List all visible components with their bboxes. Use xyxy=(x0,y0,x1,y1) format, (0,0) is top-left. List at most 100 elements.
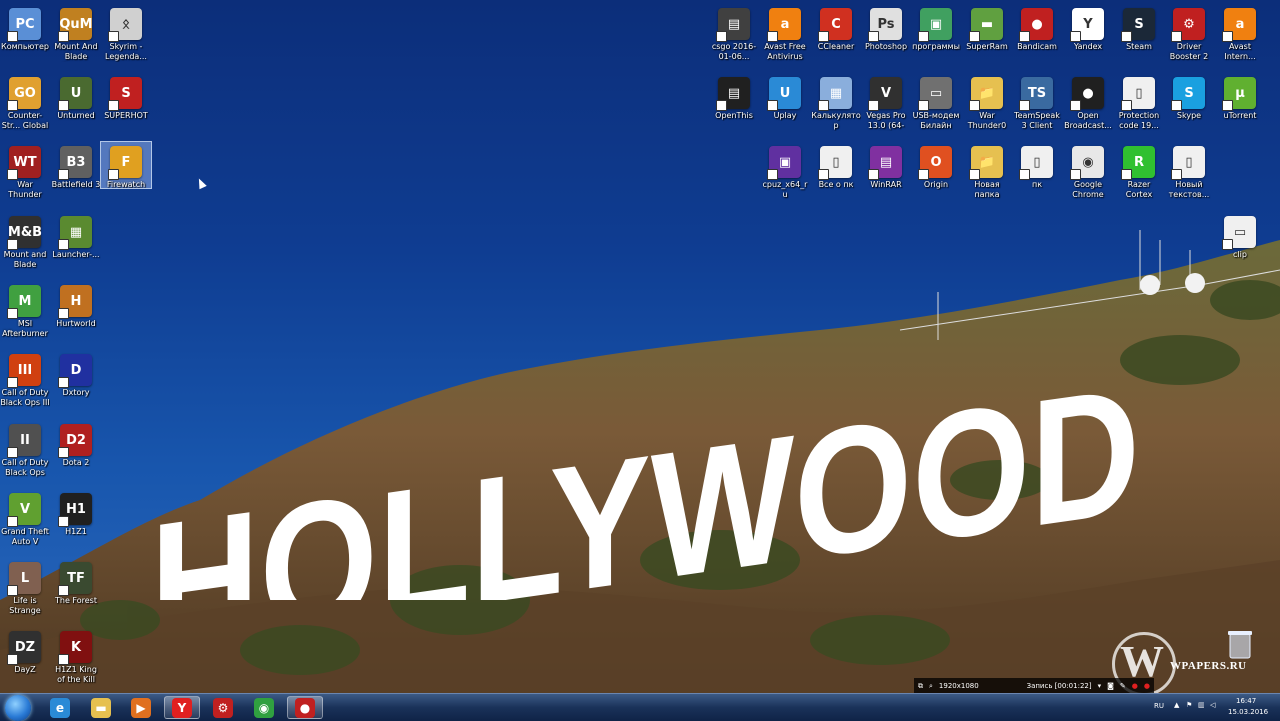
clock-time[interactable]: 16:47 xyxy=(1236,697,1256,705)
language-indicator[interactable]: RU xyxy=(1154,702,1164,710)
unturned-icon: U xyxy=(58,77,92,111)
desktop-shortcut-csgo-2016-01-06[interactable]: ▤ csgo 2016-01-06... xyxy=(709,4,759,62)
desktop-shortcut-новый-текстов[interactable]: ▯ Новый текстов... xyxy=(1164,142,1214,200)
volume-icon[interactable]: ◁ xyxy=(1210,701,1215,709)
desktop-shortcut-superhot[interactable]: S SUPERHOT xyxy=(101,73,151,121)
desktop-shortcut-the-forest[interactable]: TF The Forest xyxy=(51,558,101,606)
taskbar-chrome-button[interactable]: ◉ xyxy=(246,696,282,719)
desktop-shortcut-teamspeak-3-client[interactable]: TS TeamSpeak 3 Client xyxy=(1012,73,1062,131)
desktop-shortcut-life-is-strange[interactable]: L Life is Strange xyxy=(0,558,50,616)
desktop-shortcut-label: Steam xyxy=(1126,42,1152,51)
recycle-bin-icon[interactable] xyxy=(1226,628,1254,660)
desktop-shortcut-label: Avast Free Antivirus xyxy=(764,42,806,61)
desktop-shortcut-unturned[interactable]: U Unturned xyxy=(51,73,101,121)
desktop-shortcut-driver-booster-2[interactable]: ⚙ Driver Booster 2 xyxy=(1164,4,1214,62)
yandex-icon: Y xyxy=(172,697,192,718)
desktop-shortcut-utorrent[interactable]: µ uTorrent xyxy=(1215,73,1265,121)
bandicam-icon: ● xyxy=(295,697,315,718)
desktop-shortcut-skyrim-legenda[interactable]: ᛟ Skyrim - Legenda... xyxy=(101,4,151,62)
war-thunder0-icon: 📁 xyxy=(969,77,1003,111)
desktop-shortcut-skype[interactable]: S Skype xyxy=(1164,73,1214,121)
desktop-shortcut-label: Call of Duty Black Ops III xyxy=(0,388,50,407)
desktop-shortcut-war-thunder[interactable]: WT War Thunder xyxy=(0,142,50,200)
desktop-shortcut-h1z1-king-of-the-kill[interactable]: K H1Z1 King of the Kill xyxy=(51,627,101,685)
desktop-shortcut-msi-afterburner[interactable]: M MSI Afterburner xyxy=(0,281,50,339)
desktop-shortcut-avast-free-antivirus[interactable]: a Avast Free Antivirus xyxy=(760,4,810,62)
protection-code-19-icon: ▯ xyxy=(1121,77,1155,111)
recorder-dropdown-icon[interactable]: ▾ xyxy=(1098,682,1102,690)
desktop-shortcut-battlefield-3[interactable]: B3 Battlefield 3 xyxy=(51,142,101,190)
desktop-shortcut-launcher[interactable]: ▦ Launcher-... xyxy=(51,212,101,260)
desktop-shortcut-label: Driver Booster 2 xyxy=(1169,42,1209,61)
recorder-pen-icon[interactable]: ✎ xyxy=(1120,682,1126,690)
desktop-shortcut-google-chrome[interactable]: ◉ Google Chrome xyxy=(1063,142,1113,200)
desktop-shortcut-grand-theft-auto-v[interactable]: V Grand Theft Auto V xyxy=(0,489,50,547)
desktop-shortcut-компьютер[interactable]: PC Компьютер xyxy=(0,4,50,52)
desktop-shortcut-cpuz-x64-ru[interactable]: ▣ cpuz_x64_ru xyxy=(760,142,810,200)
action-center-icon[interactable]: ⚑ xyxy=(1186,701,1192,709)
desktop-shortcut-war-thunder0[interactable]: 📁 War Thunder0 xyxy=(962,73,1012,131)
taskbar-driver-booster-button[interactable]: ⚙ xyxy=(205,696,241,719)
desktop-shortcut-steam[interactable]: S Steam xyxy=(1114,4,1164,52)
the-forest-icon: TF xyxy=(58,562,92,596)
desktop-shortcut-dayz[interactable]: DZ DayZ xyxy=(0,627,50,675)
desktop-shortcut-label: пк xyxy=(1031,180,1043,189)
desktop-shortcut-clip[interactable]: ▭ clip xyxy=(1215,212,1265,260)
desktop-shortcut-программы[interactable]: ▣ программы xyxy=(911,4,961,52)
desktop-shortcut-h1z1[interactable]: H1 H1Z1 xyxy=(51,489,101,537)
desktop-shortcut-call-of-duty-black-ops-l[interactable]: IICall of Duty Black Ops L... xyxy=(0,420,50,478)
desktop-shortcut-bandicam[interactable]: ● Bandicam xyxy=(1012,4,1062,52)
desktop-shortcut-winrar[interactable]: ▤ WinRAR xyxy=(861,142,911,190)
recorder-stop-icon[interactable]: ● xyxy=(1144,682,1150,690)
taskbar-bandicam-button[interactable]: ● xyxy=(287,696,323,719)
desktop-shortcut-пк[interactable]: ▯ пк xyxy=(1012,142,1062,190)
desktop-shortcut-dxtory[interactable]: D Dxtory xyxy=(51,350,101,398)
desktop-shortcut-origin[interactable]: O Origin xyxy=(911,142,961,190)
desktop-shortcut-калькулятор[interactable]: ▦ Калькулятор xyxy=(811,73,861,131)
recorder-search-icon[interactable]: ⌕ xyxy=(929,682,933,691)
desktop-shortcut-protection-code-19[interactable]: ▯ Protection code 19... xyxy=(1114,73,1164,131)
desktop-shortcut-counter-str-global-offe[interactable]: GOCounter-Str... Global Offe... xyxy=(0,73,50,131)
desktop-shortcut-hurtworld[interactable]: H Hurtworld xyxy=(51,281,101,329)
desktop-shortcut-superram[interactable]: ▬ SuperRam xyxy=(962,4,1012,52)
desktop-shortcut-ccleaner[interactable]: C CCleaner xyxy=(811,4,861,52)
desktop-shortcut-razer-cortex[interactable]: R Razer Cortex xyxy=(1114,142,1164,200)
taskbar-yandex-button[interactable]: Y xyxy=(164,696,200,719)
recorder-status: Запись [00:01:22] xyxy=(1026,682,1092,690)
desktop-shortcut-label: War Thunder xyxy=(8,180,42,199)
taskbar-media-player-button[interactable]: ▶ xyxy=(123,696,159,719)
recorder-record-icon[interactable]: ● xyxy=(1132,682,1138,690)
taskbar-ie-button[interactable]: e xyxy=(42,696,78,719)
desktop-shortcut-vegas-pro-13-0-64-bit[interactable]: VVegas Pro 13.0 (64-bit) xyxy=(861,73,911,131)
avast-free-antivirus-icon: a xyxy=(767,8,801,42)
h1z1-king-of-the-kill-icon: K xyxy=(58,631,92,665)
desktop-shortcut-usb-модем-билайн[interactable]: ▭ USB-модем Билайн xyxy=(911,73,961,131)
ie-icon: e xyxy=(50,697,70,718)
desktop-shortcut-openthis[interactable]: ▤ OpenThis xyxy=(709,73,759,121)
desktop-shortcut-label: Mount and Blade xyxy=(3,250,47,269)
desktop-shortcut-uplay[interactable]: U Uplay xyxy=(760,73,810,121)
vegas-pro-13-0-64-bit-icon: V xyxy=(868,77,902,111)
recorder-window-icon[interactable]: ⧉ xyxy=(918,682,923,691)
desktop-shortcut-call-of-duty-black-ops-iii[interactable]: III Call of Duty Black Ops III xyxy=(0,350,50,408)
desktop-shortcut-firewatch[interactable]: F Firewatch xyxy=(100,141,152,189)
network-icon[interactable]: ▥ xyxy=(1198,701,1205,709)
desktop-shortcut-label: Калькулятор xyxy=(811,111,861,130)
desktop-shortcut-новая-папка[interactable]: 📁 Новая папка xyxy=(962,142,1012,200)
desktop-shortcut-mount-and-blade-orwe[interactable]: QuMMount And Blade Orwe... xyxy=(51,4,101,62)
taskbar-explorer-button[interactable]: ▬ xyxy=(83,696,119,719)
desktop-shortcut-avast-intern[interactable]: a Avast Intern... xyxy=(1215,4,1265,62)
clock-date[interactable]: 15.03.2016 xyxy=(1228,708,1268,716)
desktop-shortcut-yandex[interactable]: Y Yandex xyxy=(1063,4,1113,52)
desktop-shortcut-open-broadcast[interactable]: ● Open Broadcast... xyxy=(1063,73,1113,131)
desktop-shortcut-label: OpenThis xyxy=(715,111,753,120)
desktop-shortcut-label: H1Z1 xyxy=(65,527,87,536)
tray-arrow-icon[interactable]: ▲ xyxy=(1174,701,1179,709)
desktop-shortcut-mount-and-blade[interactable]: M&B Mount and Blade xyxy=(0,212,50,270)
desktop-shortcut-label: Vegas Pro 13.0 (64-bit) xyxy=(866,111,906,130)
desktop-shortcut-photoshop[interactable]: Ps Photoshop xyxy=(861,4,911,52)
desktop-shortcut-все-о-пк[interactable]: ▯ Все о пк xyxy=(811,142,861,190)
start-button[interactable] xyxy=(5,695,31,721)
desktop-shortcut-dota-2[interactable]: D2 Dota 2 xyxy=(51,420,101,468)
recorder-camera-icon[interactable]: ◙ xyxy=(1107,682,1114,690)
